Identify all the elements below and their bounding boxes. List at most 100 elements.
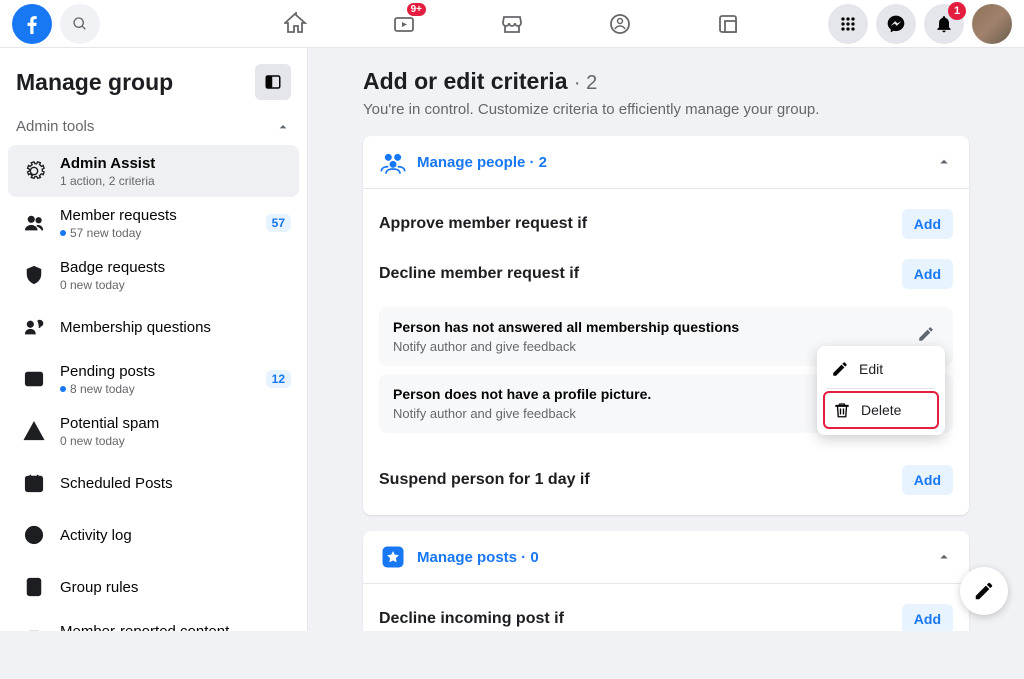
watch-badge: 9+ (407, 3, 426, 16)
sidebar-menu: Admin Assist 1 action, 2 criteria Member… (0, 145, 307, 631)
count-badge: 12 (266, 370, 291, 388)
row-label: Decline incoming post if (379, 610, 564, 628)
messenger-button[interactable] (876, 4, 916, 44)
nav-groups[interactable] (570, 0, 670, 48)
popover-delete-label: Delete (861, 402, 901, 418)
main-content: Add or edit criteria · 2 You're in contr… (308, 48, 1024, 631)
section-label: Admin tools (16, 118, 94, 135)
count-badge: 57 (266, 214, 291, 232)
menu-label: Activity log (60, 527, 291, 544)
blue-dot-icon (60, 386, 66, 392)
row-label: Decline member request if (379, 265, 579, 283)
sidebar-panel-icon[interactable] (255, 64, 291, 100)
menu-label: Pending posts (60, 363, 266, 380)
nav-watch[interactable]: 9+ (354, 0, 454, 48)
menu-label: Scheduled Posts (60, 475, 291, 492)
sidebar-item-pending-posts[interactable]: Pending posts 8 new today 12 (8, 353, 299, 405)
nav-home[interactable] (246, 0, 346, 48)
facebook-logo[interactable] (12, 4, 52, 44)
report-icon (16, 621, 52, 631)
question-icon (16, 309, 52, 345)
menu-label: Membership questions (60, 319, 291, 336)
menu-button[interactable] (828, 4, 868, 44)
menu-label: Badge requests (60, 259, 291, 276)
nav-marketplace[interactable] (462, 0, 562, 48)
top-navigation: 9+ 1 (0, 0, 1024, 48)
people-icon (16, 205, 52, 241)
suspend-row: Suspend person for 1 day if Add (379, 455, 953, 505)
people-icon (379, 148, 407, 176)
page-title: Add or edit criteria · 2 (363, 68, 969, 95)
warning-icon (16, 413, 52, 449)
compose-fab[interactable] (960, 567, 1008, 615)
criteria-title: Person does not have a profile picture. (393, 386, 651, 402)
clock-icon (16, 517, 52, 553)
manage-posts-card: Manage posts · 0 Decline incoming post i… (363, 531, 969, 631)
chevron-up-icon (935, 153, 953, 171)
chevron-up-icon (275, 119, 291, 135)
criteria-subtitle: Notify author and give feedback (393, 406, 651, 421)
search-button[interactable] (60, 4, 100, 44)
profile-avatar[interactable] (972, 4, 1012, 44)
sidebar-item-activity-log[interactable]: Activity log (8, 509, 299, 561)
add-decline-button[interactable]: Add (902, 259, 953, 289)
sidebar-item-member-reported[interactable]: Member-reported content 0 new today (8, 613, 299, 631)
notification-count: 1 (948, 2, 966, 20)
decline-row: Decline member request if Add (379, 249, 953, 299)
manage-people-card: Manage people · 2 Approve member request… (363, 136, 969, 515)
menu-label: Potential spam (60, 415, 291, 432)
rules-icon (16, 569, 52, 605)
menu-sub: 1 action, 2 criteria (60, 174, 291, 188)
sidebar-header: Manage group (0, 48, 307, 108)
sidebar-item-member-requests[interactable]: Member requests 57 new today 57 (8, 197, 299, 249)
criteria-subtitle: Notify author and give feedback (393, 339, 739, 354)
criteria-item: Person does not have a profile picture. … (379, 374, 953, 433)
popover-edit-label: Edit (859, 361, 883, 377)
popover-edit[interactable]: Edit (823, 352, 939, 386)
popover-delete[interactable]: Delete (823, 391, 939, 429)
add-suspend-button[interactable]: Add (902, 465, 953, 495)
menu-sub: 0 new today (60, 278, 291, 292)
add-approve-button[interactable]: Add (902, 209, 953, 239)
shield-icon (16, 257, 52, 293)
menu-label: Member-reported content (60, 623, 291, 632)
posts-icon (16, 361, 52, 397)
blue-dot-icon (60, 230, 66, 236)
menu-label: Member requests (60, 207, 266, 224)
sidebar-item-potential-spam[interactable]: Potential spam 0 new today (8, 405, 299, 457)
add-decline-post-button[interactable]: Add (902, 604, 953, 631)
menu-label: Group rules (60, 579, 291, 596)
chevron-up-icon (935, 548, 953, 566)
approve-row: Approve member request if Add (379, 199, 953, 249)
star-badge-icon (379, 543, 407, 571)
nav-gaming[interactable] (678, 0, 778, 48)
sidebar-item-group-rules[interactable]: Group rules (8, 561, 299, 613)
row-label: Suspend person for 1 day if (379, 471, 590, 489)
row-label: Approve member request if (379, 215, 587, 233)
notifications-button[interactable]: 1 (924, 4, 964, 44)
right-navigation: 1 (828, 4, 1012, 44)
sidebar: Manage group Admin tools Admin Assist 1 … (0, 48, 308, 631)
criteria-title: Person has not answered all membership q… (393, 319, 739, 335)
divider (827, 388, 935, 389)
sidebar-item-scheduled-posts[interactable]: Scheduled Posts (8, 457, 299, 509)
sidebar-item-badge-requests[interactable]: Badge requests 0 new today (8, 249, 299, 301)
sidebar-title: Manage group (16, 69, 173, 96)
menu-sub: 57 new today (60, 226, 266, 240)
calendar-icon (16, 465, 52, 501)
menu-label: Admin Assist (60, 155, 291, 172)
card-title: Manage posts · 0 (417, 549, 539, 566)
sidebar-item-admin-assist[interactable]: Admin Assist 1 action, 2 criteria (8, 145, 299, 197)
center-navigation: 9+ (246, 0, 778, 48)
card-title: Manage people · 2 (417, 154, 547, 171)
menu-sub: 8 new today (60, 382, 266, 396)
gear-icon (16, 153, 52, 189)
manage-people-header[interactable]: Manage people · 2 (363, 136, 969, 189)
page-subtitle: You're in control. Customize criteria to… (363, 101, 969, 118)
sidebar-item-membership-questions[interactable]: Membership questions (8, 301, 299, 353)
criteria-actions-popover: Edit Delete (817, 346, 945, 435)
menu-sub: 0 new today (60, 434, 291, 448)
manage-posts-header[interactable]: Manage posts · 0 (363, 531, 969, 584)
admin-tools-toggle[interactable]: Admin tools (0, 108, 307, 145)
decline-post-row: Decline incoming post if Add (379, 594, 953, 631)
